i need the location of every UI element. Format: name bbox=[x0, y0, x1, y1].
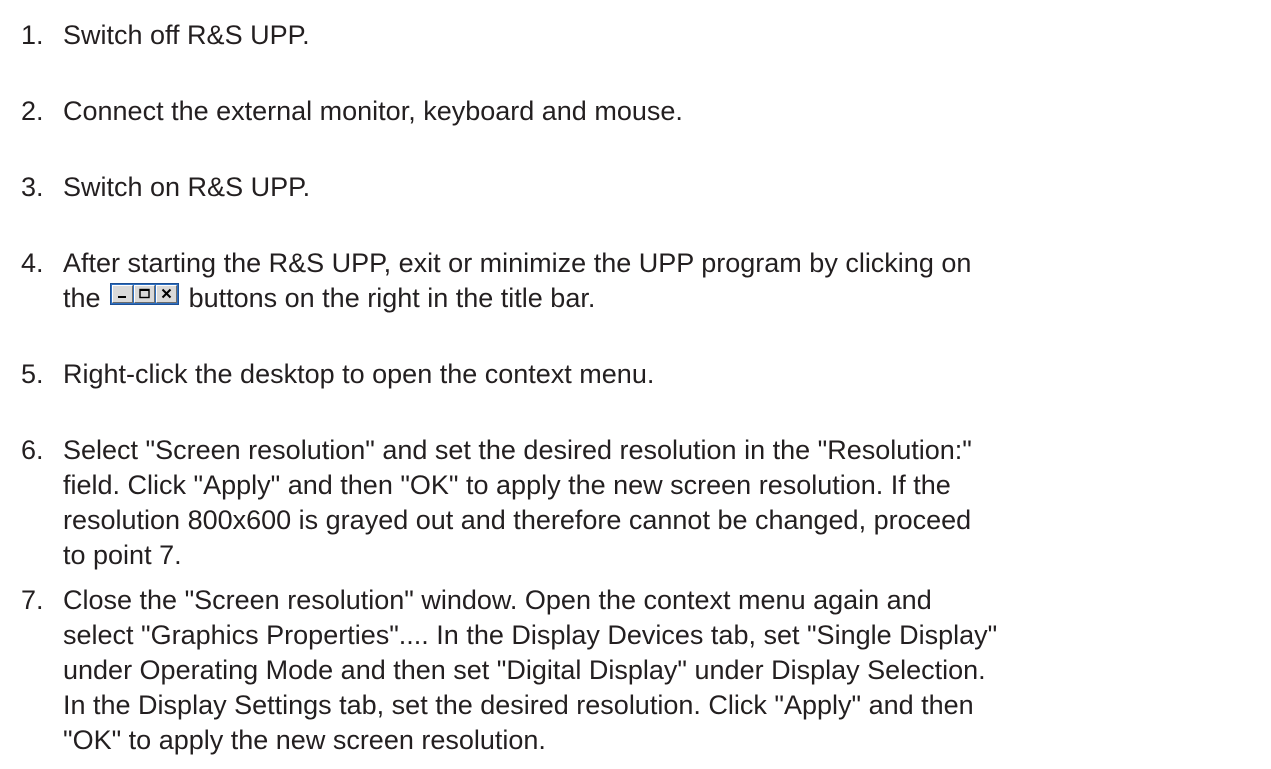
step-line: Select "Screen resolution" and set the d… bbox=[63, 435, 972, 465]
step-line: the buttons on the right in the title ba… bbox=[63, 281, 1266, 316]
step-number: 2. bbox=[21, 96, 44, 126]
step-text: Switch on R&S UPP. bbox=[63, 170, 1266, 205]
step-1: 1. Switch off R&S UPP. bbox=[21, 18, 1266, 53]
step-line: After starting the R&S UPP, exit or mini… bbox=[63, 248, 972, 278]
step-line: Switch off R&S UPP. bbox=[63, 20, 310, 50]
step-line: In the Display Settings tab, set the des… bbox=[63, 690, 974, 720]
step-line: Close the "Screen resolution" window. Op… bbox=[63, 585, 932, 615]
step-number: 4. bbox=[21, 248, 44, 278]
step-line: field. Click "Apply" and then "OK" to ap… bbox=[63, 470, 951, 500]
minimize-icon bbox=[112, 285, 134, 303]
step-text: Select "Screen resolution" and set the d… bbox=[63, 433, 1266, 573]
step-text: After starting the R&S UPP, exit or mini… bbox=[63, 246, 1266, 316]
step-6: 6. Select "Screen resolution" and set th… bbox=[21, 433, 1266, 573]
step-text: Right-click the desktop to open the cont… bbox=[63, 357, 1266, 392]
step-line: resolution 800x600 is grayed out and the… bbox=[63, 505, 972, 535]
step-number: 6. bbox=[21, 435, 44, 465]
step-number: 7. bbox=[21, 585, 44, 615]
close-icon bbox=[156, 285, 178, 303]
step-text: Close the "Screen resolution" window. Op… bbox=[63, 583, 1266, 758]
step-text: Connect the external monitor, keyboard a… bbox=[63, 94, 1266, 129]
step-3: 3. Switch on R&S UPP. bbox=[21, 170, 1266, 205]
step-line: Switch on R&S UPP. bbox=[63, 172, 311, 202]
step-line-end: buttons on the right in the title bar. bbox=[188, 283, 596, 313]
step-number: 1. bbox=[21, 20, 44, 50]
step-line-start: the bbox=[63, 283, 101, 313]
step-line: select "Graphics Properties".... In the … bbox=[63, 620, 998, 650]
step-line: to point 7. bbox=[63, 540, 182, 570]
step-line: Right-click the desktop to open the cont… bbox=[63, 359, 655, 389]
step-line: under Operating Mode and then set "Digit… bbox=[63, 655, 986, 685]
step-5: 5. Right-click the desktop to open the c… bbox=[21, 357, 1266, 392]
step-number: 3. bbox=[21, 172, 44, 202]
step-2: 2. Connect the external monitor, keyboar… bbox=[21, 94, 1266, 129]
step-7: 7. Close the "Screen resolution" window.… bbox=[21, 583, 1266, 758]
maximize-icon bbox=[134, 285, 156, 303]
step-text: Switch off R&S UPP. bbox=[63, 18, 1266, 53]
step-line: "OK" to apply the new screen resolution. bbox=[63, 725, 546, 755]
step-number: 5. bbox=[21, 359, 44, 389]
window-controls-icon bbox=[110, 283, 180, 305]
step-line: Connect the external monitor, keyboard a… bbox=[63, 96, 683, 126]
step-4: 4. After starting the R&S UPP, exit or m… bbox=[21, 246, 1266, 316]
